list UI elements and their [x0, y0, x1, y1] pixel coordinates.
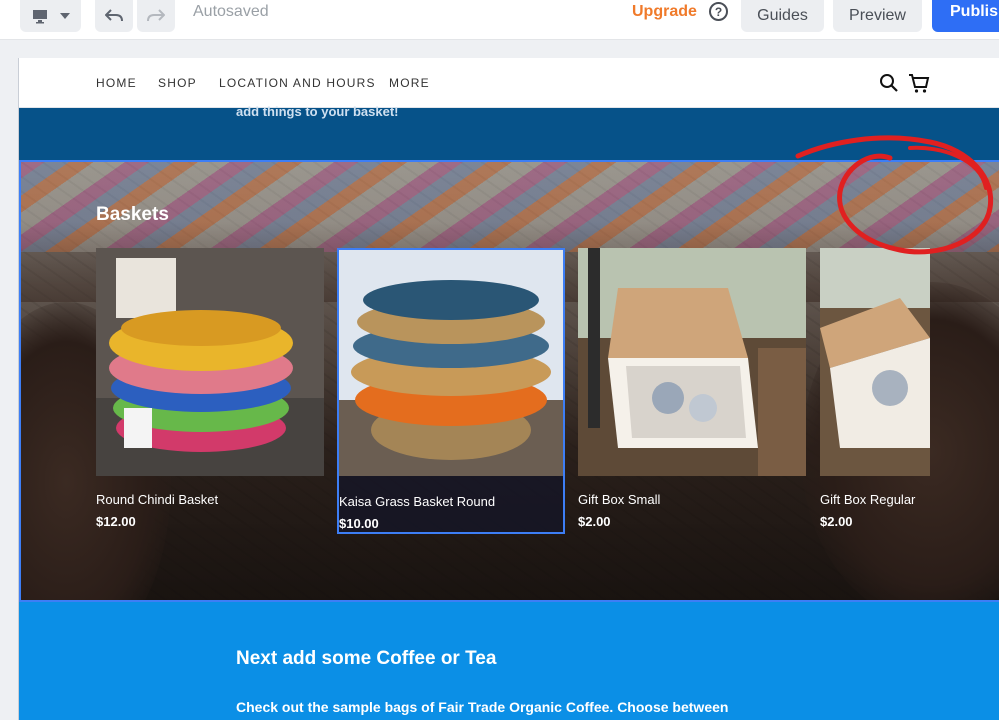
- upgrade-link[interactable]: Upgrade: [632, 3, 697, 21]
- nav-item-more[interactable]: MORE: [389, 76, 430, 90]
- product-card-kaisa-grass-basket-round[interactable]: Kaisa Grass Basket Round $10.00: [337, 248, 565, 534]
- intro-text: add things to your basket!: [236, 104, 399, 119]
- search-icon[interactable]: [879, 73, 899, 93]
- product-price: $2.00: [820, 514, 853, 529]
- preview-button[interactable]: Preview: [833, 0, 922, 32]
- caret-down-icon: [59, 13, 70, 19]
- product-name: Kaisa Grass Basket Round: [339, 494, 496, 509]
- site-navigation: HOME SHOP LOCATION AND HOURS MORE: [19, 58, 999, 108]
- nav-item-shop[interactable]: SHOP: [158, 76, 197, 90]
- nav-item-location-and-hours[interactable]: LOCATION AND HOURS: [219, 76, 376, 90]
- product-image: [339, 250, 563, 476]
- coffee-tea-title: Next add some Coffee or Tea: [236, 648, 497, 669]
- undo-button[interactable]: [95, 0, 133, 32]
- coffee-tea-section: Next add some Coffee or Tea Check out th…: [19, 602, 999, 720]
- product-image: [578, 248, 806, 476]
- undo-icon: [105, 9, 123, 22]
- device-switcher-button[interactable]: [20, 0, 81, 32]
- product-name: Gift Box Small: [578, 492, 661, 507]
- coffee-tea-description: Check out the sample bags of Fair Trade …: [236, 699, 729, 715]
- redo-button[interactable]: [137, 0, 175, 32]
- nav-item-home[interactable]: HOME: [96, 76, 137, 90]
- section-title: Baskets: [96, 204, 169, 225]
- intro-section: add things to your basket!: [19, 104, 999, 160]
- desktop-icon: [32, 9, 47, 23]
- redo-icon: [147, 9, 165, 22]
- product-name: Round Chindi Basket: [96, 492, 219, 507]
- product-price: $10.00: [339, 516, 379, 531]
- product-image: [96, 248, 324, 476]
- product-name: Gift Box Regular: [820, 492, 916, 507]
- baskets-gallery-section[interactable]: Baskets Round Chindi Basket $12.00 Kaisa…: [19, 160, 999, 602]
- guides-button[interactable]: Guides: [741, 0, 824, 32]
- publish-button[interactable]: Publish: [932, 0, 999, 32]
- site-canvas: HOME SHOP LOCATION AND HOURS MORE add th…: [18, 58, 999, 720]
- editor-toolbar: Autosaved Upgrade ? Guides Preview Publi…: [0, 0, 999, 40]
- help-icon[interactable]: ?: [709, 2, 728, 21]
- autosaved-status: Autosaved: [193, 3, 269, 20]
- product-price: $12.00: [96, 514, 136, 529]
- product-card-gift-box-small[interactable]: Gift Box Small $2.00: [578, 248, 806, 534]
- product-image: [820, 248, 930, 476]
- product-card-gift-box-regular[interactable]: Gift Box Regular $2.00: [820, 248, 999, 534]
- cart-icon[interactable]: [908, 72, 930, 94]
- product-card-round-chindi-basket[interactable]: Round Chindi Basket $12.00: [96, 248, 324, 534]
- product-price: $2.00: [578, 514, 611, 529]
